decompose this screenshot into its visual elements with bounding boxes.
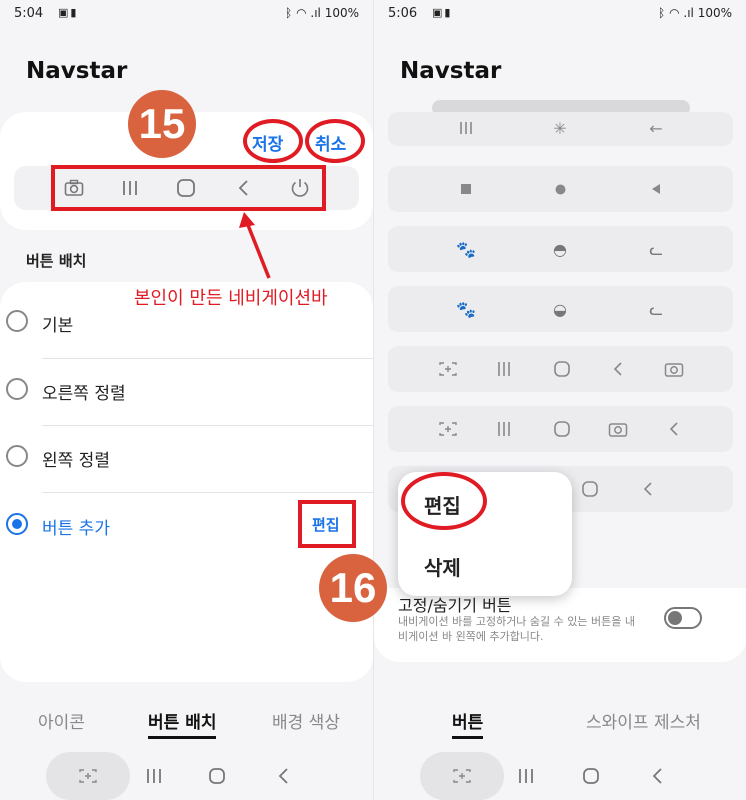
status-time: 5:04 bbox=[14, 6, 44, 21]
home-icon[interactable] bbox=[205, 764, 229, 788]
save-highlight bbox=[243, 119, 303, 163]
pin-hide-toggle[interactable] bbox=[664, 607, 702, 629]
camera-icon bbox=[662, 357, 686, 381]
bluetooth-icon: ᛒ bbox=[285, 6, 293, 20]
option-label: 버튼 추가 bbox=[42, 519, 110, 539]
wifi-icon: ◠ bbox=[296, 6, 307, 20]
pin-icon bbox=[436, 417, 460, 441]
camera-icon bbox=[606, 417, 630, 441]
paw-icon: 🐾 bbox=[456, 299, 476, 319]
tab-swipe-gesture[interactable]: 스와이프 제스처 bbox=[586, 708, 701, 733]
navbar-style-row[interactable]: ✳ ← bbox=[388, 112, 733, 146]
step-callout-16-badge: 16 bbox=[319, 554, 387, 622]
radio-button[interactable] bbox=[6, 445, 28, 467]
step-callout-15: 15 bbox=[128, 90, 196, 158]
radio-button[interactable] bbox=[6, 310, 28, 332]
option-left-align[interactable]: 왼쪽 정렬 bbox=[0, 425, 373, 491]
cat-bowl-icon: ◓ bbox=[553, 239, 567, 259]
wifi-icon: ◠ bbox=[669, 6, 680, 20]
home-icon bbox=[550, 357, 574, 381]
option-label: 오른쪽 정렬 bbox=[42, 384, 126, 404]
option-right-align[interactable]: 오른쪽 정렬 bbox=[0, 358, 373, 424]
navbar-style-row[interactable]: 🐾 ◓ ᓚ bbox=[388, 226, 733, 272]
option-label: 기본 bbox=[42, 316, 74, 336]
section-heading: 버튼 배치 bbox=[26, 252, 87, 270]
navbar-style-row[interactable] bbox=[388, 346, 733, 392]
back-icon[interactable] bbox=[272, 764, 296, 788]
cat-icon: ᓚ bbox=[649, 299, 663, 319]
bluetooth-icon: ᛒ bbox=[658, 6, 666, 20]
annotation-note: 본인이 만든 네비게이션바 bbox=[134, 288, 328, 309]
bottom-tabs: 아이콘 버튼 배치 배경 색상 bbox=[0, 700, 373, 740]
layout-options: 기본 오른쪽 정렬 왼쪽 정렬 버튼 추가 bbox=[0, 282, 373, 682]
tab-icon[interactable]: 아이콘 bbox=[38, 708, 85, 733]
pin-icon[interactable] bbox=[450, 764, 474, 788]
pin-icon bbox=[436, 357, 460, 381]
signal-icon: .ıl bbox=[683, 6, 694, 20]
cat-bowl-icon: ◒ bbox=[553, 299, 567, 319]
status-time: 5:06 bbox=[388, 6, 418, 21]
tab-background-color[interactable]: 배경 색상 bbox=[272, 708, 340, 733]
left-screen: 5:04 ▣▮ ᛒ ◠ .ıl 100% Navstar 15 저장 취소 버튼… bbox=[0, 0, 373, 800]
square-icon bbox=[454, 177, 478, 201]
back-icon[interactable] bbox=[646, 764, 670, 788]
notification-icons: ▣▮ bbox=[58, 6, 79, 19]
triangle-left-icon bbox=[644, 177, 668, 201]
cancel-highlight bbox=[305, 119, 365, 163]
dot-icon bbox=[548, 177, 572, 201]
status-bar: 5:04 ▣▮ ᛒ ◠ .ıl 100% bbox=[0, 0, 373, 28]
recents-icon bbox=[492, 417, 516, 441]
home-icon bbox=[550, 417, 574, 441]
recents-icon[interactable] bbox=[514, 764, 538, 788]
status-bar: 5:06 ▣▮ ᛒ ◠ .ıl 100% bbox=[374, 0, 746, 28]
home-icon[interactable] bbox=[579, 764, 603, 788]
menu-item-delete[interactable]: 삭제 bbox=[424, 552, 461, 581]
arrow-left-icon: ← bbox=[649, 118, 663, 138]
annotation-arrow bbox=[239, 212, 271, 279]
notification-icons: ▣▮ bbox=[432, 6, 453, 19]
navbar-style-row[interactable]: 🐾 ◒ ᓚ bbox=[388, 286, 733, 332]
recents-icon[interactable] bbox=[142, 764, 166, 788]
navbar-style-row[interactable] bbox=[388, 406, 733, 452]
recents-icon bbox=[454, 116, 478, 140]
option-label: 왼쪽 정렬 bbox=[42, 451, 110, 471]
radio-button[interactable] bbox=[6, 378, 28, 400]
navbar-style-row[interactable] bbox=[388, 166, 733, 212]
pin-icon[interactable] bbox=[76, 764, 100, 788]
paw-icon: 🐾 bbox=[456, 239, 476, 259]
cat-icon: ᓚ bbox=[649, 239, 663, 259]
status-right: ᛒ ◠ .ıl 100% bbox=[285, 6, 359, 20]
right-screen: 5:06 ▣▮ ᛒ ◠ .ıl 100% Navstar ✳ ← 🐾 ◓ ᓚ 🐾… bbox=[373, 0, 746, 800]
tab-button-layout[interactable]: 버튼 배치 bbox=[148, 708, 217, 739]
tab-button[interactable]: 버튼 bbox=[452, 708, 484, 739]
asterisk-icon: ✳ bbox=[553, 118, 567, 138]
radio-button-selected[interactable] bbox=[6, 513, 28, 535]
system-navbar bbox=[0, 748, 373, 800]
home-icon bbox=[578, 477, 602, 501]
status-right: ᛒ ◠ .ıl 100% bbox=[658, 6, 732, 20]
navbar-highlight-box bbox=[51, 165, 326, 211]
bottom-tabs: 버튼 스와이프 제스처 bbox=[374, 700, 746, 740]
app-title: Navstar bbox=[26, 58, 128, 84]
edit-highlight-box bbox=[298, 500, 356, 548]
battery-level: 100% bbox=[697, 6, 732, 20]
back-icon bbox=[636, 477, 660, 501]
back-icon bbox=[662, 417, 686, 441]
app-title: Navstar bbox=[400, 58, 502, 84]
setting-description: 내비게이션 바를 고정하거나 숨길 수 있는 버튼을 내비게이션 바 왼쪽에 추… bbox=[398, 615, 635, 643]
signal-icon: .ıl bbox=[310, 6, 321, 20]
recents-icon bbox=[492, 357, 516, 381]
system-navbar bbox=[374, 748, 746, 800]
back-icon bbox=[606, 357, 630, 381]
edit-menu-highlight bbox=[401, 472, 487, 530]
battery-level: 100% bbox=[324, 6, 359, 20]
